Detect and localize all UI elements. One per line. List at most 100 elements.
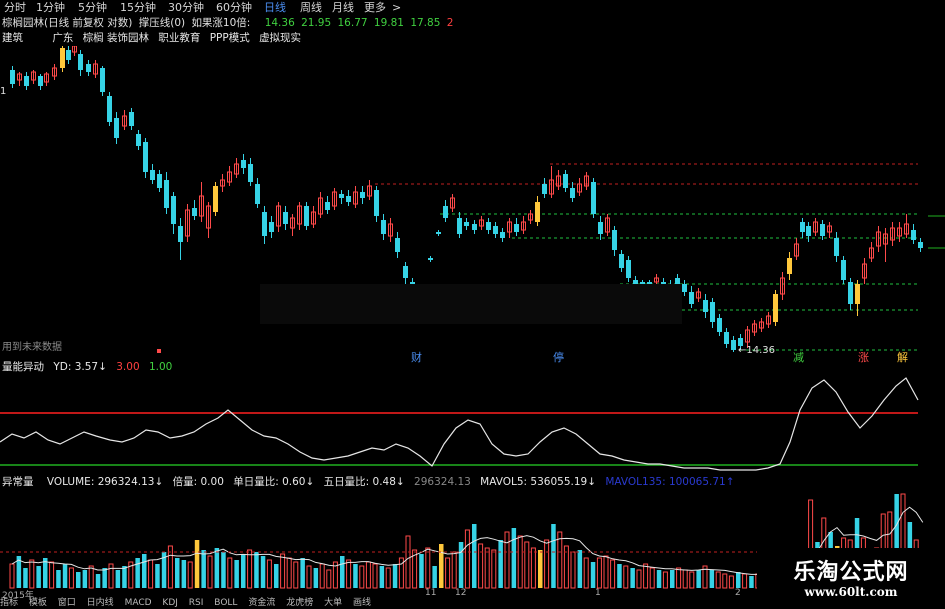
- tag-item[interactable]: PPP模式: [210, 32, 250, 44]
- candle-body: [436, 232, 441, 234]
- volume-bar: [365, 561, 371, 589]
- bottom-tab[interactable]: BOLL: [214, 598, 237, 608]
- tag-item[interactable]: 装饰园林: [107, 32, 149, 44]
- period-tab-0[interactable]: 分时: [4, 0, 26, 16]
- volume-bar: [405, 535, 411, 589]
- volume-bar: [570, 551, 576, 589]
- bottom-tab[interactable]: 资金流: [248, 598, 275, 608]
- volume-bar: [214, 548, 220, 588]
- volume-ghost-value: 296324.13: [414, 476, 471, 488]
- candle-body: [640, 282, 645, 284]
- volume-bar: [379, 566, 385, 588]
- top-marker-dot: [157, 349, 161, 353]
- volume-bar: [682, 569, 688, 589]
- volume-bar: [511, 528, 517, 588]
- volume-bar: [175, 558, 180, 588]
- period-tab-5[interactable]: 60分钟: [216, 0, 252, 16]
- mavol135-value: MAVOL135: 100065.71↑: [605, 476, 735, 488]
- volume-anomaly-indicator[interactable]: [0, 372, 945, 476]
- volume-bar: [728, 575, 734, 589]
- period-tab-7[interactable]: 周线: [300, 0, 322, 16]
- volume-bar: [517, 535, 523, 589]
- volume-bar: [82, 570, 88, 588]
- volume-bar: [709, 570, 715, 588]
- bottom-tab[interactable]: 画线: [353, 598, 371, 608]
- volume-bar: [445, 557, 451, 589]
- candle-body: [612, 230, 617, 250]
- period-tab-1[interactable]: 1分钟: [36, 0, 65, 16]
- volume-bar: [544, 539, 550, 589]
- tag-item[interactable]: 虚拟现实: [259, 32, 301, 44]
- candle-body: [848, 282, 853, 304]
- title-value-3: 16.77: [337, 17, 368, 29]
- volume-panel-name[interactable]: 异常量: [2, 476, 34, 488]
- tag-item[interactable]: 广东: [52, 32, 73, 44]
- watermark-logo: 乐淘公式网 www.60lt.com: [757, 548, 945, 609]
- event-marker-jie[interactable]: 解: [897, 349, 908, 365]
- date-label-12: 12: [455, 588, 467, 598]
- volume-bar: [504, 531, 510, 589]
- bottom-tab[interactable]: 模板: [29, 598, 47, 608]
- bottom-tab[interactable]: 日内线: [87, 598, 114, 608]
- future-data-note: 用到未来数据: [2, 342, 62, 353]
- candle-body: [60, 48, 65, 68]
- volume-bar: [359, 565, 365, 589]
- volume-bar: [280, 553, 286, 589]
- volume-bar: [670, 570, 675, 588]
- event-marker-zhang[interactable]: 涨: [858, 349, 869, 365]
- volume-bar: [451, 551, 457, 589]
- tag-item[interactable]: 职业教育: [158, 32, 200, 44]
- period-tab-9[interactable]: 更多: [364, 0, 386, 16]
- volume-bar: [676, 567, 682, 589]
- period-tab-4[interactable]: 30分钟: [168, 0, 204, 16]
- bottom-tab[interactable]: 龙虎榜: [286, 598, 313, 608]
- event-marker-jian[interactable]: 减: [793, 349, 804, 365]
- volume-bar: [630, 568, 635, 588]
- event-marker-cai[interactable]: 财: [411, 349, 422, 365]
- candle-body: [535, 202, 540, 222]
- volume-bar: [306, 565, 312, 589]
- candle-body: [178, 226, 183, 242]
- volume-bar: [583, 557, 589, 589]
- period-tab-2[interactable]: 5分钟: [78, 0, 107, 16]
- volume-bar: [590, 562, 596, 588]
- volume-bar: [736, 572, 741, 588]
- volume-bar: [56, 570, 61, 588]
- volume-bar: [313, 568, 319, 588]
- indicator-name[interactable]: 撑压线(0): [139, 17, 185, 29]
- event-marker-ting[interactable]: 停: [553, 349, 564, 365]
- bottom-tab[interactable]: KDJ: [162, 598, 178, 608]
- volume-bar: [623, 565, 629, 589]
- bottom-tab[interactable]: 指标: [0, 598, 18, 608]
- volume-bar: [274, 564, 279, 588]
- candle-body: [806, 226, 811, 236]
- volume-bar: [656, 570, 662, 588]
- volume-bar: [181, 560, 187, 588]
- five-day-volume-ratio: 五日量比: 0.48↓: [323, 476, 405, 488]
- candle-body: [346, 196, 351, 202]
- volume-bar: [254, 552, 259, 588]
- tag-item[interactable]: 建筑: [2, 32, 23, 44]
- date-label-1: 1: [595, 588, 601, 598]
- stock-name[interactable]: 棕榈园林(日线 前复权 对数): [2, 17, 132, 29]
- tag-item[interactable]: 棕榈: [83, 32, 104, 44]
- candle-body: [682, 284, 687, 292]
- candle-body: [213, 186, 218, 212]
- volume-bar: [524, 541, 530, 589]
- candle-body: [304, 206, 309, 226]
- candlestick-chart[interactable]: [0, 46, 945, 364]
- bottom-tab[interactable]: 窗口: [58, 598, 76, 608]
- period-tab-8[interactable]: 月线: [332, 0, 354, 16]
- period-tab-6[interactable]: 日线: [264, 0, 286, 16]
- candle-body: [457, 218, 462, 234]
- period-tab-10[interactable]: >: [392, 0, 401, 16]
- candle-body: [136, 134, 141, 146]
- bottom-tab[interactable]: MACD: [125, 598, 152, 608]
- period-tab-3[interactable]: 15分钟: [120, 0, 156, 16]
- candle-body: [78, 54, 83, 70]
- volume-bar: [617, 564, 622, 588]
- bottom-tab[interactable]: RSI: [189, 598, 204, 608]
- volume-bar: [425, 547, 431, 589]
- bottom-tab[interactable]: 大单: [324, 598, 342, 608]
- volume-bar: [464, 529, 470, 589]
